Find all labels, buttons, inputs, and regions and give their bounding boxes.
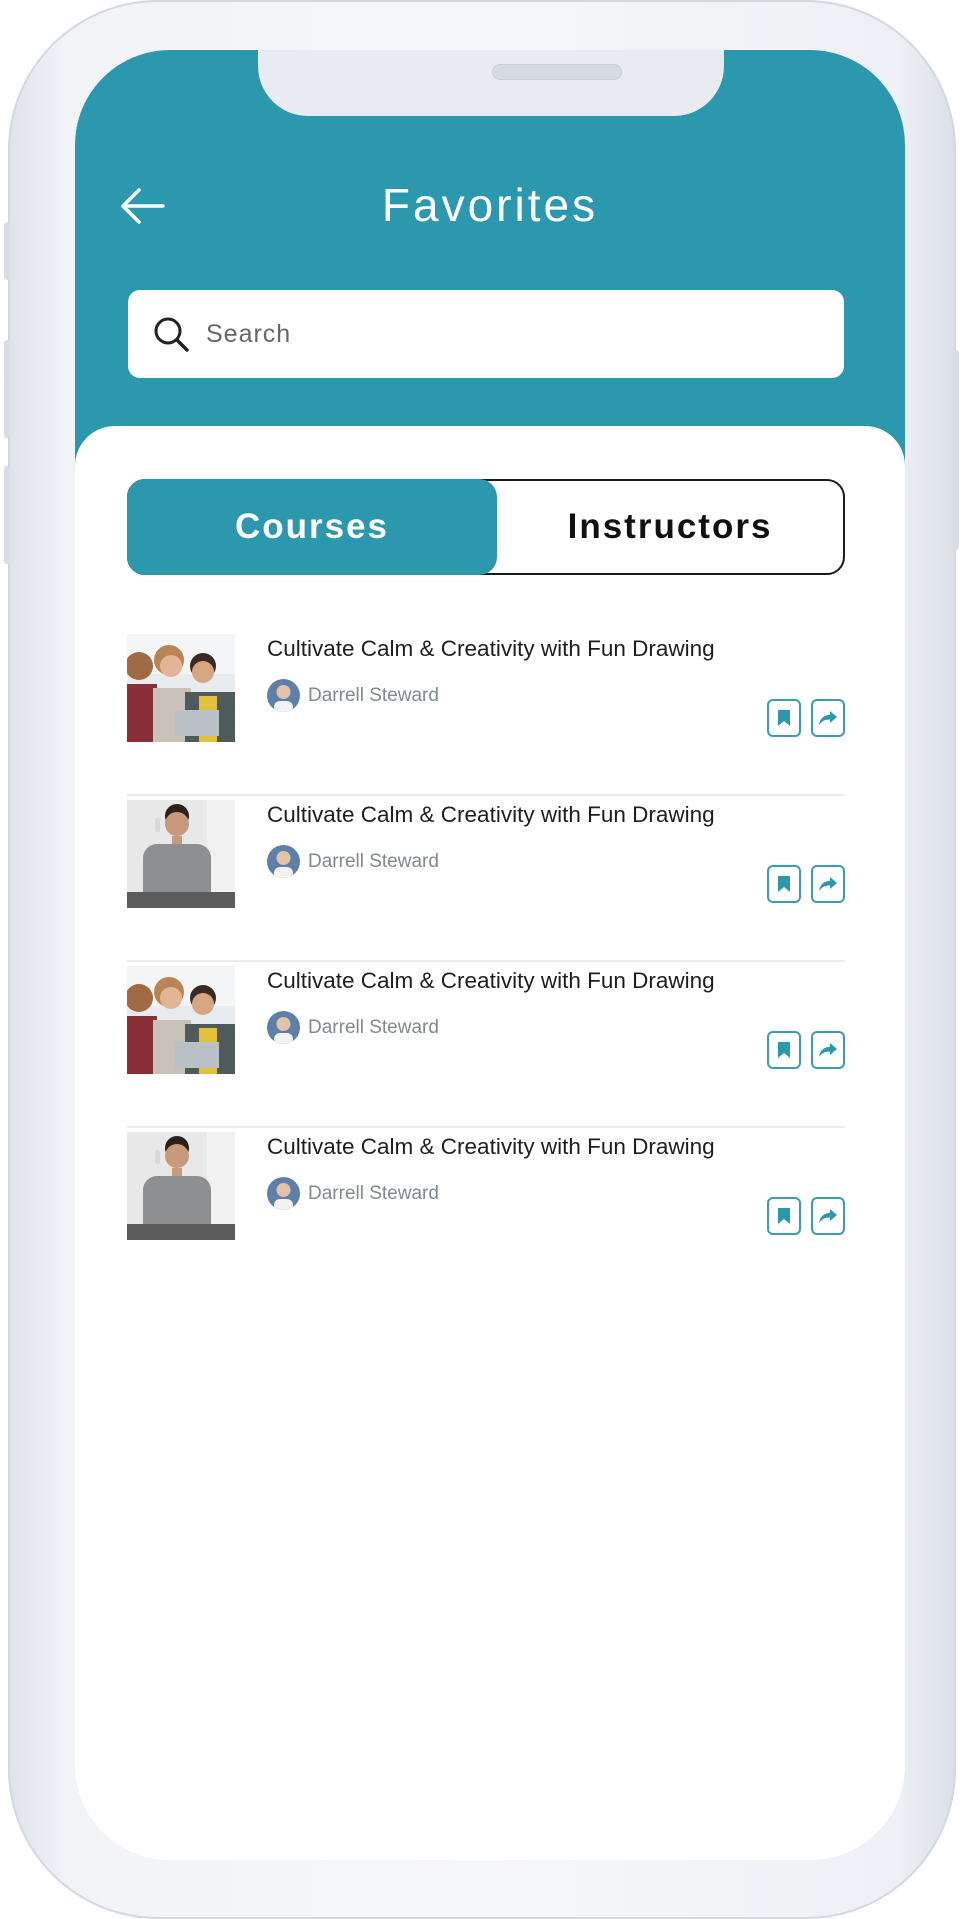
- search-input[interactable]: [204, 318, 808, 350]
- author-name: Darrell Steward: [308, 1182, 439, 1204]
- man-photo-image: [127, 1132, 235, 1240]
- man-photo-image: [127, 800, 235, 908]
- content-panel: Courses Instructors Cultivate Calm & Cre…: [75, 426, 905, 1860]
- course-thumbnail[interactable]: [127, 966, 235, 1074]
- author-name: Darrell Steward: [308, 850, 439, 872]
- course-thumbnail[interactable]: [127, 800, 235, 908]
- bookmark-icon: [778, 1042, 790, 1058]
- list-item[interactable]: Cultivate Calm & Creativity with Fun Dra…: [127, 630, 845, 796]
- header: Favorites: [75, 50, 905, 480]
- share-button[interactable]: [811, 865, 845, 903]
- list-item[interactable]: Cultivate Calm & Creativity with Fun Dra…: [127, 796, 845, 962]
- tab-courses[interactable]: Courses: [127, 479, 497, 575]
- author-name: Darrell Steward: [308, 1016, 439, 1038]
- avatar: [267, 845, 300, 878]
- course-author: Darrell Steward: [267, 845, 439, 878]
- speaker: [492, 64, 622, 80]
- share-icon: [819, 877, 837, 891]
- bookmark-button[interactable]: [767, 865, 801, 903]
- bookmark-icon: [778, 710, 790, 726]
- course-author: Darrell Steward: [267, 1011, 439, 1044]
- phone-frame: Favorites Courses Instructors: [4, 0, 959, 1919]
- bookmark-button[interactable]: [767, 1197, 801, 1235]
- course-title[interactable]: Cultivate Calm & Creativity with Fun Dra…: [267, 636, 715, 662]
- course-thumbnail[interactable]: [127, 1132, 235, 1240]
- share-button[interactable]: [811, 1031, 845, 1069]
- bookmark-button[interactable]: [767, 1031, 801, 1069]
- course-author: Darrell Steward: [267, 679, 439, 712]
- author-name: Darrell Steward: [308, 684, 439, 706]
- course-thumbnail[interactable]: [127, 634, 235, 742]
- share-button[interactable]: [811, 1197, 845, 1235]
- group-photo-image: [127, 634, 235, 742]
- bookmark-button[interactable]: [767, 699, 801, 737]
- share-icon: [819, 711, 837, 725]
- notch: [258, 50, 724, 116]
- course-author: Darrell Steward: [267, 1177, 439, 1210]
- list-item[interactable]: Cultivate Calm & Creativity with Fun Dra…: [127, 962, 845, 1128]
- share-icon: [819, 1043, 837, 1057]
- avatar: [267, 1011, 300, 1044]
- screen: Favorites Courses Instructors: [75, 50, 905, 1860]
- course-title[interactable]: Cultivate Calm & Creativity with Fun Dra…: [267, 968, 715, 994]
- avatar: [267, 1177, 300, 1210]
- share-icon: [819, 1209, 837, 1223]
- mute-switch: [4, 222, 10, 280]
- avatar: [267, 679, 300, 712]
- bookmark-icon: [778, 876, 790, 892]
- volume-down-button: [4, 466, 10, 564]
- page-title: Favorites: [381, 179, 599, 231]
- list-item[interactable]: Cultivate Calm & Creativity with Fun Dra…: [127, 1128, 845, 1292]
- tab-instructors[interactable]: Instructors: [497, 481, 843, 573]
- power-button: [953, 350, 959, 550]
- tab-switcher: Courses Instructors: [127, 479, 845, 575]
- course-title[interactable]: Cultivate Calm & Creativity with Fun Dra…: [267, 802, 715, 828]
- course-list: Cultivate Calm & Creativity with Fun Dra…: [127, 630, 845, 1292]
- search-bar[interactable]: [128, 290, 844, 378]
- share-button[interactable]: [811, 699, 845, 737]
- volume-up-button: [4, 340, 10, 438]
- search-icon: [154, 317, 189, 352]
- bookmark-icon: [778, 1208, 790, 1224]
- course-title[interactable]: Cultivate Calm & Creativity with Fun Dra…: [267, 1134, 715, 1160]
- group-photo-image: [127, 966, 235, 1074]
